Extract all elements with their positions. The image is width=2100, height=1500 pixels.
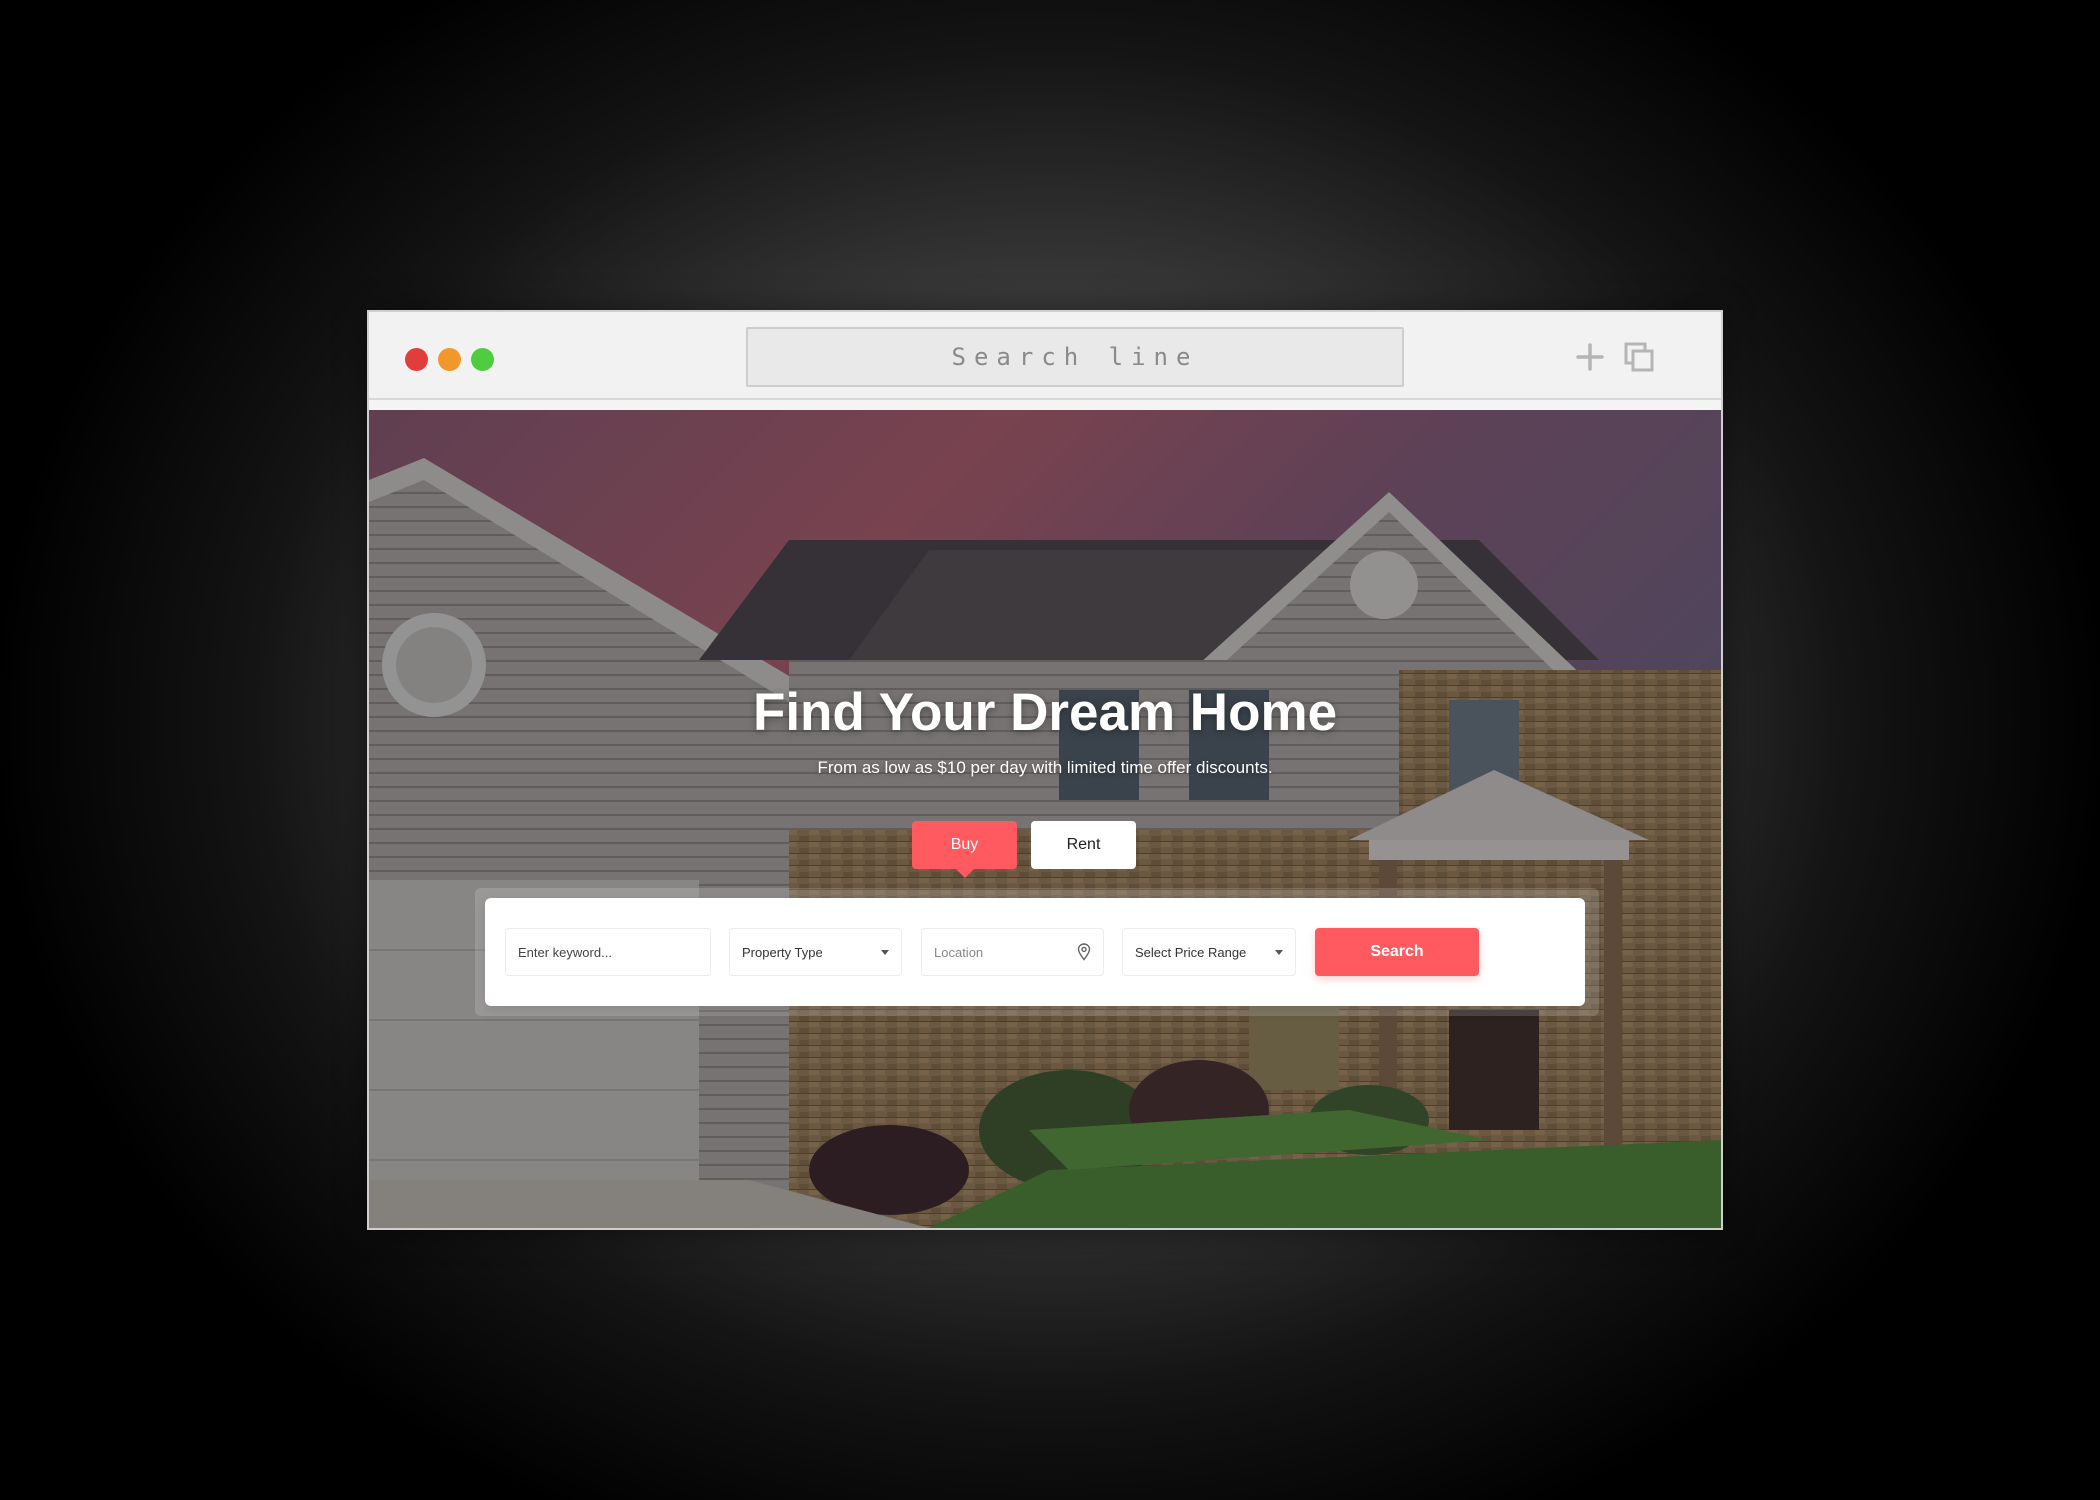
location-input[interactable]: Location [921,928,1104,976]
hero-title: Find Your Dream Home [752,683,1338,742]
hero-overlay [369,410,1721,1228]
copy-icon[interactable] [1622,340,1656,374]
address-bar-placeholder: Search line [951,343,1199,371]
caret-down-icon [881,949,889,955]
search-button[interactable]: Search [1315,928,1479,976]
close-window-button[interactable] [405,348,428,371]
browser-window: Search line Find Your Dream Home From as… [367,310,1723,1230]
tab-rent[interactable]: Rent [1031,821,1136,869]
hero-section: Find Your Dream Home From as low as $10 … [369,410,1721,1228]
maximize-window-button[interactable] [471,348,494,371]
location-placeholder: Location [934,944,984,960]
property-type-value: Property Type [742,944,823,960]
search-panel: Enter keyword... Property Type Location … [485,898,1585,1006]
keyword-input[interactable]: Enter keyword... [505,928,711,976]
property-type-select[interactable]: Property Type [729,928,902,976]
tab-buy[interactable]: Buy [912,821,1017,878]
window-controls [405,348,494,371]
buy-rent-tabs: Buy Rent [912,821,1136,878]
price-range-value: Select Price Range [1135,944,1247,960]
map-pin-icon [1077,943,1091,961]
hero-subtitle: From as low as $10 per day with limited … [817,758,1273,777]
plus-icon[interactable] [1573,340,1607,374]
minimize-window-button[interactable] [438,348,461,371]
address-bar[interactable]: Search line [746,327,1404,387]
browser-titlebar: Search line [369,312,1721,400]
price-range-select[interactable]: Select Price Range [1122,928,1296,976]
caret-down-icon [1275,949,1283,955]
search-panel-frame: Enter keyword... Property Type Location … [475,888,1599,1016]
keyword-placeholder: Enter keyword... [518,944,612,960]
